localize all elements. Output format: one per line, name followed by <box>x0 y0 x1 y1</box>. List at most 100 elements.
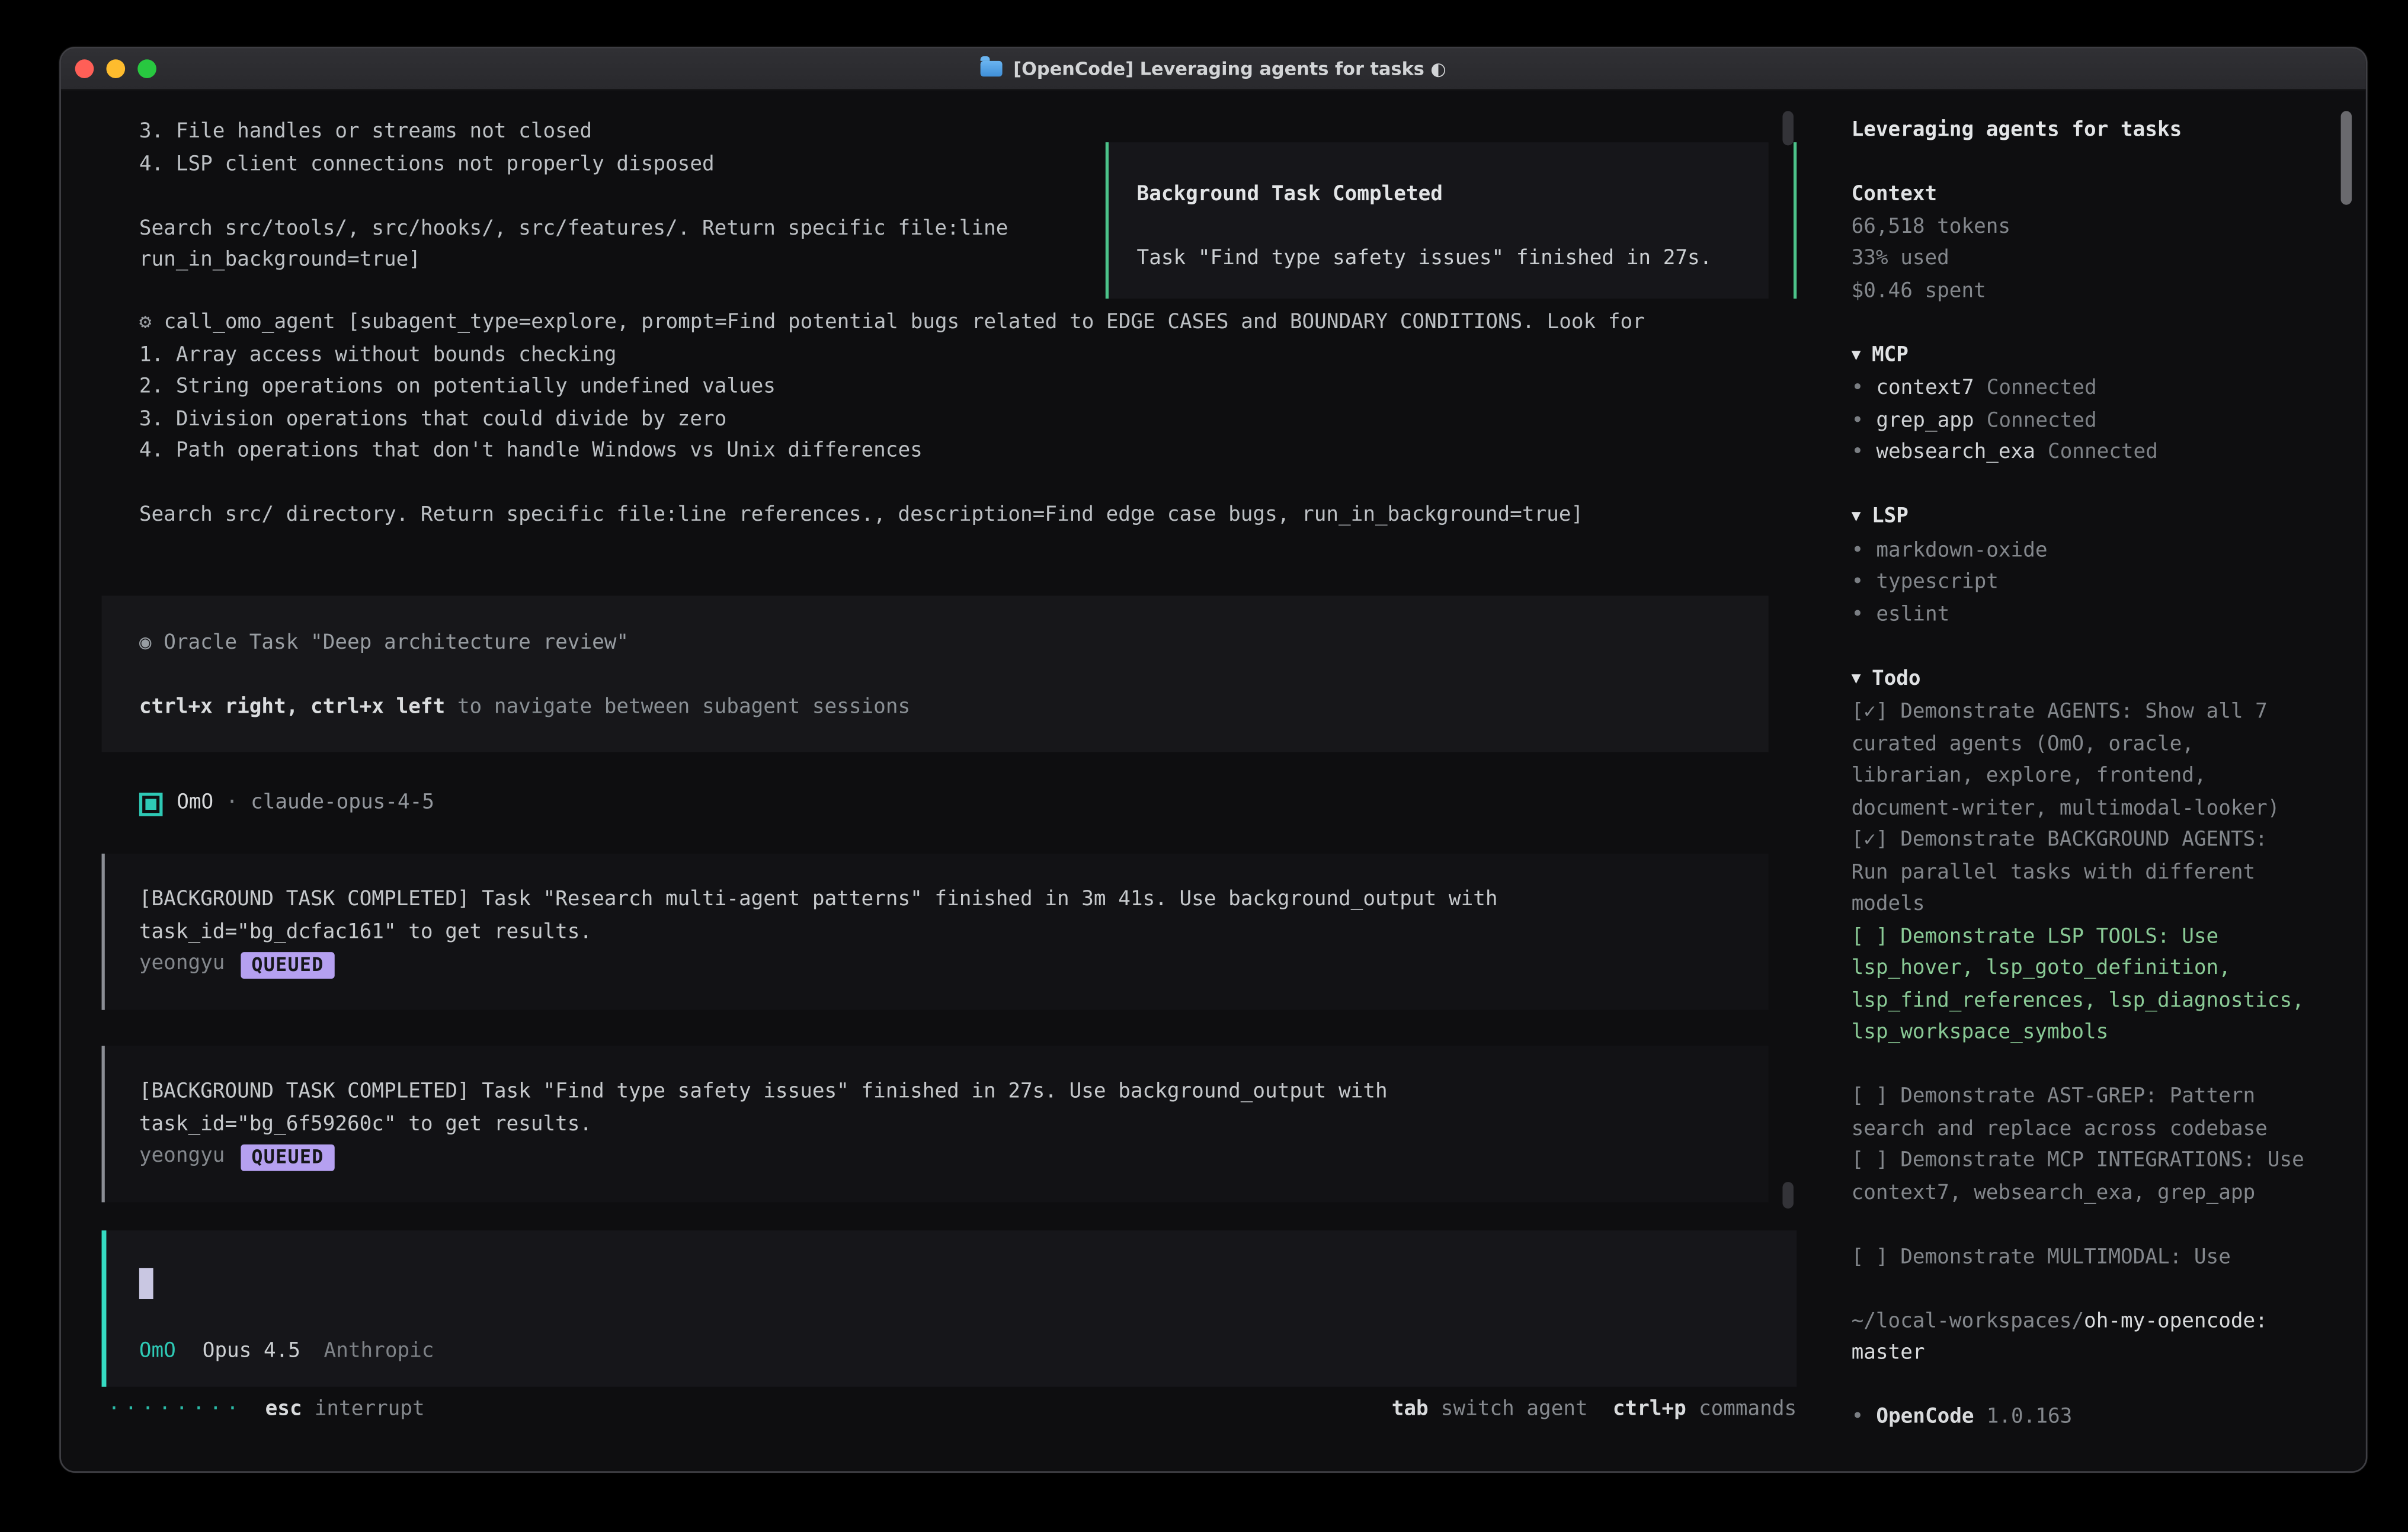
app-name: OpenCode <box>1876 1405 1974 1429</box>
mcp-heading[interactable]: ▼ MCP <box>1852 340 2307 374</box>
bullet-icon: • <box>1852 409 1864 432</box>
tool-call-block: ⚙call_omo_agent [subagent_type=explore, … <box>139 308 1828 533</box>
context-heading: Context <box>1852 180 2307 211</box>
message-author: yeongyu <box>139 1141 225 1173</box>
input-provider-name: Anthropic <box>324 1337 434 1368</box>
context-tokens: 66,518 tokens <box>1852 212 2307 244</box>
tool-call-item: 1. Array access without bounds checking <box>139 340 1828 372</box>
ctrlp-key-hint: ctrl+p <box>1613 1395 1686 1427</box>
log-line: run_in_background=true] <box>139 245 1140 277</box>
chat-main: 3. File handles or streams not closed 4.… <box>61 91 1813 1471</box>
close-button[interactable] <box>75 59 94 78</box>
log-line: 4. LSP client connections not properly d… <box>139 149 1140 181</box>
window-title-group: [OpenCode] Leveraging agents for tasks ◐ <box>981 49 1446 89</box>
main-scrollbar-thumb[interactable] <box>1782 111 1793 145</box>
lsp-heading[interactable]: ▼LSP <box>1852 502 2307 536</box>
mcp-item: • context7 Connected <box>1852 374 2307 406</box>
status-right: tab switch agent ctrl+p commands <box>1392 1395 1797 1427</box>
input-model-name: Opus 4.5 <box>203 1337 300 1368</box>
mcp-name: context7 <box>1876 377 1974 400</box>
message-block: [BACKGROUND TASK COMPLETED] Task "Find t… <box>102 1046 1769 1202</box>
scrollback-log: 3. File handles or streams not closed 4.… <box>139 117 1140 277</box>
workspace-repo: oh-my-opencode: <box>2084 1309 2268 1333</box>
status-badge: QUEUED <box>241 1144 335 1171</box>
message-block: [BACKGROUND TASK COMPLETED] Task "Resear… <box>102 854 1769 1010</box>
lsp-item: • markdown-oxide <box>1852 536 2307 568</box>
context-spent: $0.46 spent <box>1852 276 2307 308</box>
context-used: 33% used <box>1852 244 2307 276</box>
mcp-status: Connected <box>2048 441 2158 464</box>
bullet-icon: • <box>1852 1405 1864 1429</box>
app-version: • OpenCode 1.0.163 <box>1852 1402 2307 1434</box>
tool-call-item: 2. String operations on potentially unde… <box>139 372 1828 404</box>
oracle-title: Oracle Task "Deep architecture review" <box>164 632 629 655</box>
input-meta: OmO Opus 4.5 Anthropic <box>139 1337 1797 1368</box>
lsp-name: markdown-oxide <box>1876 539 2047 562</box>
message-line: [BACKGROUND TASK COMPLETED] Task "Find t… <box>139 1077 1769 1109</box>
sidebar-content: Leveraging agents for tasks Context 66,5… <box>1852 116 2307 1434</box>
traffic-lights <box>75 59 156 78</box>
text-cursor <box>139 1268 153 1299</box>
todo-heading[interactable]: ▼ Todo <box>1852 664 2307 697</box>
agent-model: claude-opus-4-5 <box>251 788 434 820</box>
oracle-title-line: ◉ Oracle Task "Deep architecture review" <box>139 629 1769 661</box>
esc-key-label: interrupt <box>315 1395 425 1427</box>
message-line: [BACKGROUND TASK COMPLETED] Task "Resear… <box>139 885 1769 917</box>
toast-title: Background Task Completed <box>1137 180 1769 211</box>
prompt-input[interactable]: OmO Opus 4.5 Anthropic <box>102 1230 1797 1387</box>
terminal-window: [OpenCode] Leveraging agents for tasks ◐… <box>59 47 2367 1473</box>
todo-item: [ ] Demonstrate LSP TOOLS: Use lsp_hover… <box>1852 922 2307 1050</box>
oracle-hint-rest: to navigate between subagent sessions <box>445 696 910 719</box>
status-left: ········ esc interrupt <box>108 1395 425 1427</box>
mcp-item: • websearch_exa Connected <box>1852 438 2307 470</box>
tool-call-item: 4. Path operations that don't handle Win… <box>139 436 1828 468</box>
sidebar: Leveraging agents for tasks Context 66,5… <box>1828 91 2366 1471</box>
window-title: [OpenCode] Leveraging agents for tasks ◐ <box>1013 49 1446 89</box>
todo-heading-label: Todo <box>1872 667 1921 691</box>
app-version-number: 1.0.163 <box>1987 1405 2073 1429</box>
bullet-icon: • <box>1852 441 1864 464</box>
mcp-status: Connected <box>1987 409 2097 432</box>
chevron-down-icon: ▼ <box>1852 347 1861 364</box>
oracle-task-panel: ◉ Oracle Task "Deep architecture review"… <box>102 595 1769 752</box>
bullet-icon: • <box>1852 377 1864 400</box>
tool-call-command: ⚙call_omo_agent [subagent_type=explore, … <box>139 308 1828 340</box>
status-badge: QUEUED <box>241 951 335 978</box>
mcp-status: Connected <box>1987 377 2097 400</box>
bullet-icon: • <box>1852 602 1864 626</box>
sidebar-scrollbar-thumb[interactable] <box>2341 111 2352 204</box>
agent-header: OmO · claude-opus-4-5 <box>139 788 434 820</box>
zoom-button[interactable] <box>137 59 156 78</box>
agent-separator: · <box>226 788 238 820</box>
bullet-icon: • <box>1852 539 1864 562</box>
window-content: 3. File handles or streams not closed 4.… <box>61 91 2366 1471</box>
desktop: [OpenCode] Leveraging agents for tasks ◐… <box>0 0 2408 1532</box>
agent-name: OmO <box>177 788 213 820</box>
mcp-name: websearch_exa <box>1876 441 2035 464</box>
todo-item: [ ] Demonstrate AST-GREP: Pattern search… <box>1852 1082 2307 1146</box>
lsp-item: •eslint <box>1852 600 2307 632</box>
message-line: task_id="bg_dcfac161" to get results. <box>139 917 1769 949</box>
mcp-heading-label: MCP <box>1872 343 1909 367</box>
chevron-down-icon: ▼ <box>1852 508 1861 525</box>
mcp-name: grep_app <box>1876 409 1974 432</box>
message-line: task_id="bg_6f59260c" to get results. <box>139 1109 1769 1141</box>
main-scrollbar-thumb-lower[interactable] <box>1782 1182 1793 1209</box>
background-task-toast: Background Task Completed Task "Find typ… <box>1106 142 1769 299</box>
todo-item: [ ] Demonstrate MCP INTEGRATIONS: Use co… <box>1852 1146 2307 1210</box>
tool-call-footer: Search src/ directory. Return specific f… <box>139 500 1828 532</box>
window-titlebar[interactable]: [OpenCode] Leveraging agents for tasks ◐ <box>61 49 2366 91</box>
log-line: Search src/tools/, src/hooks/, src/featu… <box>139 213 1140 245</box>
tool-call-command-text: call_omo_agent [subagent_type=explore, p… <box>164 311 1645 335</box>
session-title: Leveraging agents for tasks <box>1852 116 2307 148</box>
chevron-down-icon: ▼ <box>1852 670 1861 687</box>
minimize-button[interactable] <box>106 59 125 78</box>
message-author: yeongyu <box>139 949 225 981</box>
log-line: 3. File handles or streams not closed <box>139 117 1140 149</box>
oracle-hint-keys: ctrl+x right, ctrl+x left <box>139 696 445 719</box>
ctrlp-key-label: commands <box>1699 1395 1797 1427</box>
tool-call-item: 3. Division operations that could divide… <box>139 404 1828 436</box>
status-bar: ········ esc interrupt tab switch agent … <box>108 1395 1797 1427</box>
oracle-hint: ctrl+x right, ctrl+x left to navigate be… <box>139 693 1769 725</box>
agent-square-icon <box>139 792 163 816</box>
